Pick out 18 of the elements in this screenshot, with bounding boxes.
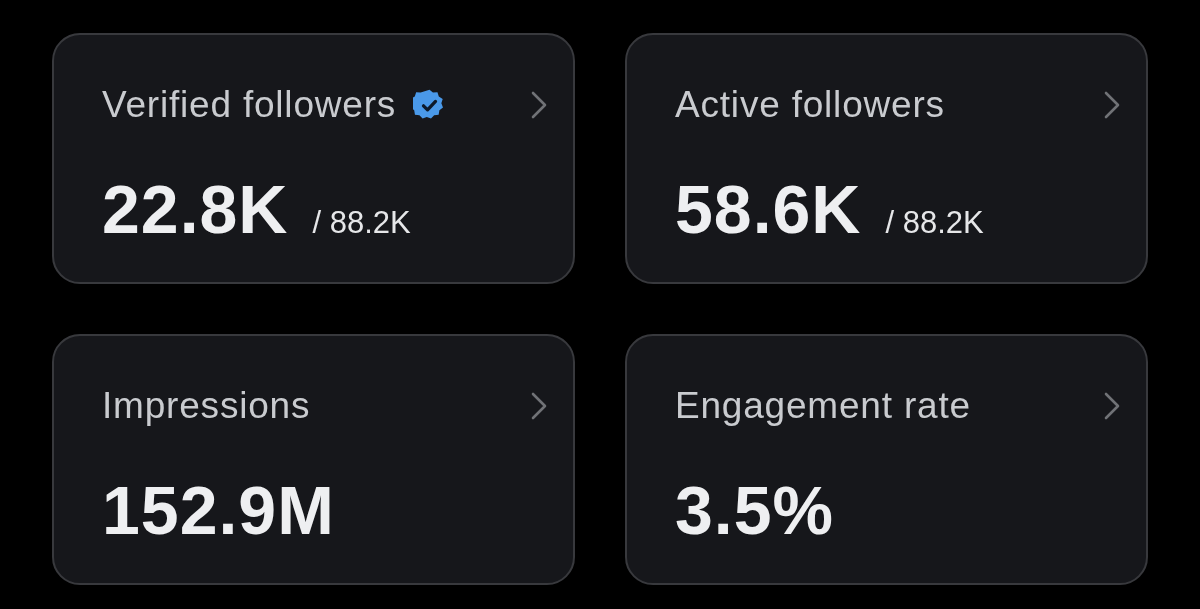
- stat-value: 58.6K: [675, 173, 862, 245]
- chevron-right-icon: [531, 91, 547, 119]
- stat-card[interactable]: Active followers 58.6K / 88.2K: [625, 33, 1148, 284]
- chevron-right-icon: [1104, 91, 1120, 119]
- card-title: Engagement rate: [675, 386, 971, 426]
- card-title: Active followers: [675, 85, 945, 125]
- chevron-right-icon: [531, 392, 547, 420]
- stat-card[interactable]: Engagement rate 3.5%: [625, 334, 1148, 585]
- stat-total: / 88.2K: [312, 206, 411, 240]
- stat-value: 152.9M: [102, 474, 335, 546]
- card-title: Impressions: [102, 386, 311, 426]
- stat-card[interactable]: Impressions 152.9M: [52, 334, 575, 585]
- stat-value: 3.5%: [675, 474, 834, 546]
- card-title: Verified followers: [102, 85, 397, 125]
- stat-card[interactable]: Verified followers 22.8K / 88.2K: [52, 33, 575, 284]
- stat-total: / 88.2K: [885, 206, 984, 240]
- chevron-right-icon: [1104, 392, 1120, 420]
- stat-value: 22.8K: [102, 173, 289, 245]
